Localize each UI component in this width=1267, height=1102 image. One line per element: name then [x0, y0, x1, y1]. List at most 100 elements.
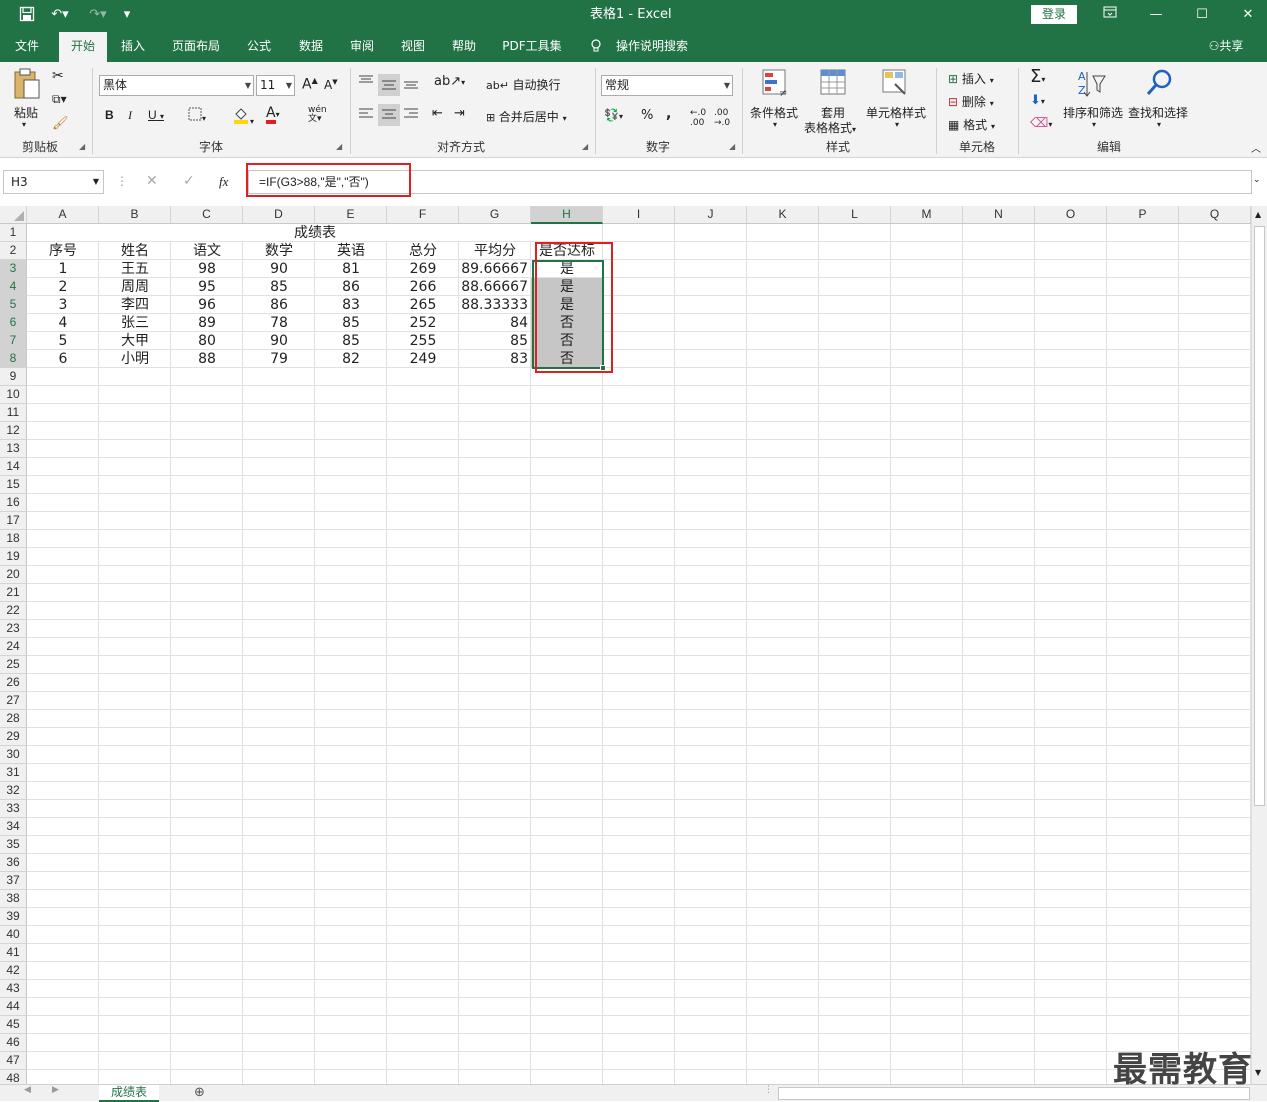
- tab-formulas[interactable]: 公式: [238, 30, 280, 62]
- column-header-n[interactable]: N: [963, 206, 1035, 224]
- header-cell[interactable]: 总分: [387, 242, 459, 260]
- column-header-b[interactable]: B: [99, 206, 171, 224]
- autosum-icon[interactable]: Σ▾: [1030, 66, 1045, 87]
- data-cell[interactable]: 周周: [99, 278, 171, 296]
- row-header-12[interactable]: 12: [0, 422, 27, 440]
- row-header-47[interactable]: 47: [0, 1052, 27, 1070]
- column-header-q[interactable]: Q: [1179, 206, 1251, 224]
- data-cell[interactable]: 79: [243, 350, 315, 368]
- data-cell[interactable]: 96: [171, 296, 243, 314]
- row-header-28[interactable]: 28: [0, 710, 27, 728]
- column-header-o[interactable]: O: [1035, 206, 1107, 224]
- delete-cells-button[interactable]: ⊟ 删除 ▾: [948, 93, 994, 110]
- data-cell[interactable]: 85: [243, 278, 315, 296]
- cancel-icon[interactable]: ✕: [146, 173, 158, 189]
- row-header-8[interactable]: 8: [0, 350, 27, 368]
- increase-decimal-icon[interactable]: ←.0.00: [690, 108, 706, 128]
- cell-styles-icon[interactable]: [880, 68, 910, 100]
- format-as-table-icon[interactable]: [818, 68, 848, 100]
- data-cell[interactable]: 269: [387, 260, 459, 278]
- tab-pdf-tools[interactable]: PDF工具集: [497, 30, 567, 62]
- header-cell[interactable]: 序号: [27, 242, 99, 260]
- header-cell[interactable]: 英语: [315, 242, 387, 260]
- row-header-29[interactable]: 29: [0, 728, 27, 746]
- font-size-select[interactable]: 11 ▼: [256, 75, 295, 96]
- row-header-7[interactable]: 7: [0, 332, 27, 350]
- data-cell[interactable]: 85: [315, 332, 387, 350]
- data-cell[interactable]: 84: [459, 314, 531, 332]
- redo-icon[interactable]: ↷▾: [84, 6, 112, 24]
- format-cells-button[interactable]: ▦ 格式 ▾: [948, 116, 995, 133]
- cut-icon[interactable]: ✂: [52, 68, 64, 84]
- tab-data[interactable]: 数据: [290, 30, 332, 62]
- data-cell[interactable]: 86: [243, 296, 315, 314]
- row-header-17[interactable]: 17: [0, 512, 27, 530]
- row-header-6[interactable]: 6: [0, 314, 27, 332]
- column-header-i[interactable]: I: [603, 206, 675, 224]
- column-header-a[interactable]: A: [27, 206, 99, 224]
- data-cell[interactable]: 90: [243, 260, 315, 278]
- vertical-scrollbar[interactable]: ▲ ▼: [1251, 206, 1267, 1084]
- data-cell[interactable]: 90: [243, 332, 315, 350]
- number-launcher-icon[interactable]: ◢: [729, 142, 735, 151]
- phonetic-icon[interactable]: wén 文▾: [308, 106, 327, 124]
- row-header-42[interactable]: 42: [0, 962, 27, 980]
- column-header-l[interactable]: L: [819, 206, 891, 224]
- row-header-24[interactable]: 24: [0, 638, 27, 656]
- data-cell[interactable]: 6: [27, 350, 99, 368]
- clear-icon[interactable]: ⌫▾: [1030, 116, 1052, 131]
- data-cell[interactable]: 249: [387, 350, 459, 368]
- row-header-31[interactable]: 31: [0, 764, 27, 782]
- column-header-f[interactable]: F: [387, 206, 459, 224]
- format-as-table-label-2[interactable]: 表格格式▾: [804, 119, 856, 136]
- row-header-15[interactable]: 15: [0, 476, 27, 494]
- enter-icon[interactable]: ✓: [183, 173, 195, 189]
- sort-filter-icon[interactable]: AZ: [1076, 68, 1108, 100]
- grow-font-icon[interactable]: A▲: [302, 76, 318, 93]
- column-header-g[interactable]: G: [459, 206, 531, 224]
- row-header-41[interactable]: 41: [0, 944, 27, 962]
- row-header-39[interactable]: 39: [0, 908, 27, 926]
- italic-button[interactable]: I: [128, 108, 132, 123]
- row-header-38[interactable]: 38: [0, 890, 27, 908]
- copy-icon[interactable]: ⧉▾: [52, 92, 67, 107]
- row-header-34[interactable]: 34: [0, 818, 27, 836]
- row-header-14[interactable]: 14: [0, 458, 27, 476]
- data-cell[interactable]: 98: [171, 260, 243, 278]
- tell-me-search[interactable]: 操作说明搜索: [612, 30, 692, 62]
- row-header-30[interactable]: 30: [0, 746, 27, 764]
- data-cell[interactable]: 82: [315, 350, 387, 368]
- data-cell[interactable]: 88: [171, 350, 243, 368]
- header-cell[interactable]: 姓名: [99, 242, 171, 260]
- insert-cells-button[interactable]: ⊞ 插入 ▾: [948, 70, 994, 87]
- column-header-j[interactable]: J: [675, 206, 747, 224]
- data-cell[interactable]: 1: [27, 260, 99, 278]
- tab-review[interactable]: 审阅: [341, 30, 383, 62]
- align-left-icon[interactable]: [358, 106, 374, 125]
- prev-sheet-icon[interactable]: ◀: [24, 1085, 31, 1095]
- row-header-19[interactable]: 19: [0, 548, 27, 566]
- find-select-icon[interactable]: [1143, 68, 1175, 100]
- data-cell[interactable]: 78: [243, 314, 315, 332]
- row-header-5[interactable]: 5: [0, 296, 27, 314]
- data-cell[interactable]: 252: [387, 314, 459, 332]
- data-cell[interactable]: 小明: [99, 350, 171, 368]
- find-select-button[interactable]: 查找和选择: [1128, 104, 1188, 121]
- data-cell[interactable]: 266: [387, 278, 459, 296]
- row-header-20[interactable]: 20: [0, 566, 27, 584]
- alignment-launcher-icon[interactable]: ◢: [582, 142, 588, 151]
- row-header-44[interactable]: 44: [0, 998, 27, 1016]
- data-cell[interactable]: 89.66667: [459, 260, 531, 278]
- row-header-45[interactable]: 45: [0, 1016, 27, 1034]
- expand-formula-bar-icon[interactable]: ⌄: [1253, 175, 1261, 185]
- column-header-m[interactable]: M: [891, 206, 963, 224]
- data-cell[interactable]: 80: [171, 332, 243, 350]
- next-sheet-icon[interactable]: ▶: [52, 1085, 59, 1095]
- column-header-d[interactable]: D: [243, 206, 315, 224]
- font-name-select[interactable]: 黑体 ▼: [99, 75, 254, 96]
- close-icon[interactable]: ✕: [1225, 0, 1267, 30]
- save-icon[interactable]: [18, 6, 36, 24]
- row-header-33[interactable]: 33: [0, 800, 27, 818]
- data-cell[interactable]: 李四: [99, 296, 171, 314]
- data-cell[interactable]: 85: [459, 332, 531, 350]
